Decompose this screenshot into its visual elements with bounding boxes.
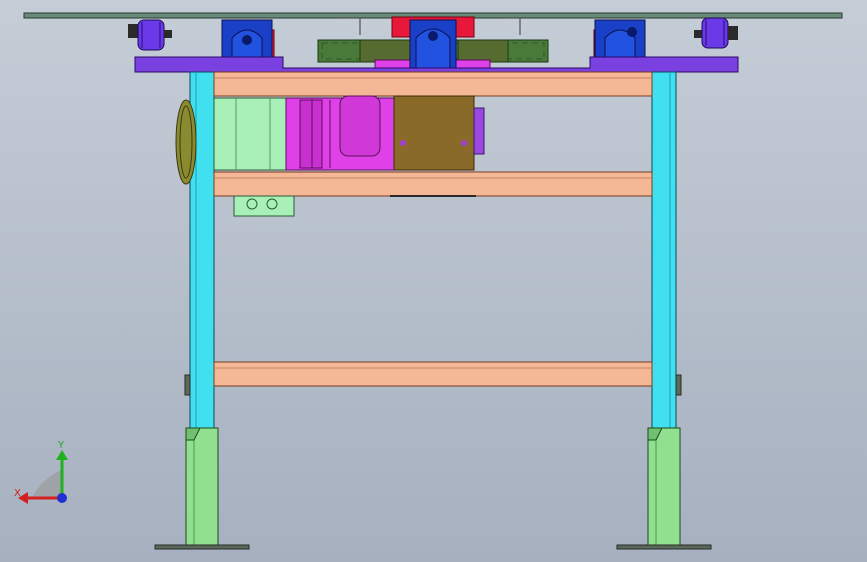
orientation-triad[interactable]: Y X (12, 440, 76, 510)
crossbeam-top[interactable] (213, 71, 653, 97)
motor-end-cap[interactable] (175, 99, 197, 185)
cad-viewport[interactable]: Y X (0, 0, 867, 562)
motor-body[interactable] (213, 97, 287, 171)
motor-mount-block[interactable] (233, 195, 295, 217)
triad-y-label: Y (57, 440, 65, 451)
gearbox[interactable] (285, 95, 395, 171)
triad-x-label: X (14, 488, 21, 499)
left-foot[interactable] (154, 427, 250, 550)
right-foot[interactable] (616, 427, 712, 550)
crossbeam-lower[interactable] (213, 361, 653, 387)
right-column[interactable] (651, 71, 677, 429)
right-side-bracket (675, 374, 682, 396)
left-side-bracket (184, 374, 191, 396)
triad-y-arrow-icon (56, 450, 68, 460)
triad-z-axis-icon (57, 493, 67, 503)
left-end-roller[interactable] (128, 19, 172, 51)
center-roller-assembly[interactable] (409, 19, 457, 71)
right-end-roller[interactable] (694, 17, 738, 49)
cad-model-front-view[interactable] (0, 0, 867, 562)
crossbeam-upper-middle[interactable] (213, 171, 653, 197)
gear-housing[interactable] (393, 95, 485, 171)
triad-plane-icon (32, 470, 62, 498)
